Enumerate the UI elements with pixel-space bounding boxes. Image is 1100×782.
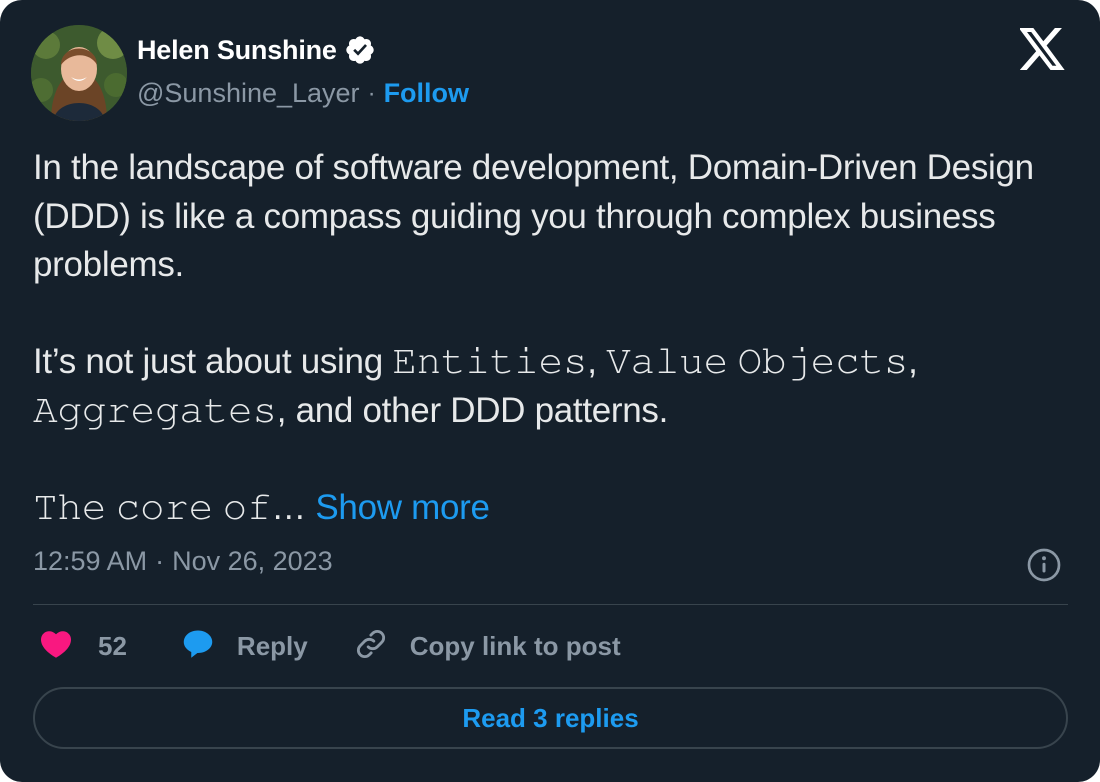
separator-dot: · — [155, 546, 165, 576]
like-button[interactable]: 52 — [38, 626, 127, 667]
author-name-row: Helen Sunshine — [137, 32, 376, 68]
author-name[interactable]: Helen Sunshine — [137, 35, 337, 66]
copy-link-button[interactable]: Copy link to post — [354, 627, 621, 666]
copy-link-label: Copy link to post — [409, 630, 621, 661]
truncated-text: 𝚃𝚑𝚎 𝚌𝚘𝚛𝚎 𝚘𝚏… — [33, 487, 306, 527]
action-bar: 52 Reply Copy link to post — [38, 624, 621, 668]
separator-dot: · — [367, 79, 376, 107]
post-truncated-line: 𝚃𝚑𝚎 𝚌𝚘𝚛𝚎 𝚘𝚏… Show more — [33, 484, 1073, 533]
heart-icon — [38, 626, 74, 667]
verified-badge-icon — [344, 34, 376, 66]
author-handle[interactable]: @Sunshine_Layer — [137, 78, 360, 109]
reply-label: Reply — [236, 630, 308, 661]
avatar[interactable] — [31, 25, 127, 121]
x-logo-icon[interactable] — [1018, 28, 1066, 70]
read-replies-button[interactable]: Read 3 replies — [33, 687, 1068, 749]
embedded-post-card: Helen Sunshine @Sunshine_Layer · Follow … — [0, 0, 1100, 782]
post-time[interactable]: 12:59 AM — [33, 546, 147, 577]
link-icon — [354, 627, 388, 666]
reply-bubble-icon — [179, 626, 217, 667]
reply-button[interactable]: Reply — [179, 626, 308, 667]
like-count: 52 — [98, 630, 127, 661]
divider — [33, 604, 1068, 605]
post-text: In the landscape of software development… — [33, 144, 1073, 532]
author-handle-row: @Sunshine_Layer · Follow — [137, 78, 469, 109]
post-timestamp[interactable]: 12:59 AM · Nov 26, 2023 — [33, 546, 333, 577]
post-paragraph: In the landscape of software development… — [33, 148, 1034, 284]
show-more-link[interactable]: Show more — [315, 488, 490, 527]
info-icon[interactable] — [1026, 547, 1062, 583]
post-date[interactable]: Nov 26, 2023 — [172, 546, 333, 577]
follow-button[interactable]: Follow — [384, 78, 469, 109]
post-paragraph: It’s not just about using 𝙴𝚗𝚝𝚒𝚝𝚒𝚎𝚜, 𝚅𝚊𝚕𝚞… — [33, 342, 918, 430]
